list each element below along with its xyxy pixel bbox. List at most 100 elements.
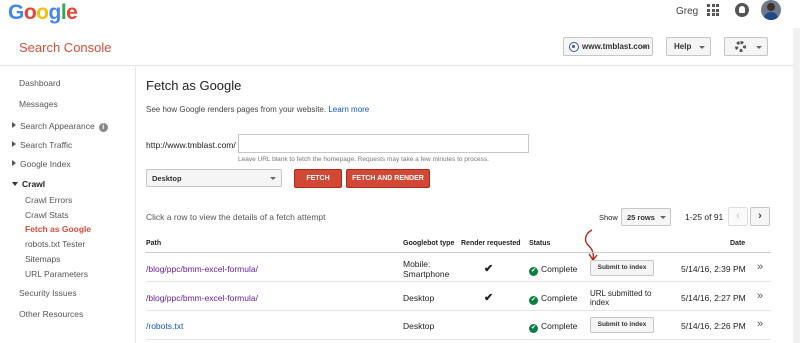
sidebar-item-url-parameters[interactable]: URL Parameters [25,269,88,279]
logo-letter: e [66,1,78,24]
sidebar-item-crawl[interactable]: Crawl [12,179,45,189]
row-googlebot-type: Mobile: Smartphone [403,259,449,279]
row-path-link[interactable]: /blog/ppc/bmm-excel-formula/ [146,293,258,303]
status-text: Complete [541,264,578,274]
sidebar-item-search-appearance[interactable]: Search Appearance i [12,121,108,132]
complete-check-icon: ✔ [529,324,538,333]
row-googlebot-type: Desktop [403,321,434,331]
type-line: Desktop [403,293,435,303]
chevron-down-icon [756,46,762,49]
top-bar: Google Greg [0,0,800,24]
row-status: ✔ Complete [529,264,577,276]
settings-button[interactable] [724,37,768,56]
column-header-render-requested[interactable]: Render requested [461,240,521,247]
bell-icon[interactable] [735,3,749,17]
table-hint: Click a row to view the details of a fet… [146,212,326,222]
column-header-path[interactable]: Path [146,240,161,247]
row-status: ✔ Complete [529,321,577,333]
sidebar-item-label: Security Issues [19,288,77,298]
avatar[interactable] [761,0,781,20]
pagination-range: 1-25 of 91 [685,212,724,222]
device-select-value: Desktop [152,174,182,183]
apps-grid-icon[interactable] [707,4,719,16]
device-select[interactable]: Desktop [146,169,282,187]
table-row[interactable]: /blog/ppc/bmm-excel-formula/ Mobile: Sma… [146,254,771,282]
row-date: 5/14/16, 2:26 PM [681,321,746,331]
sidebar-item-dashboard[interactable]: Dashboard [19,78,61,88]
table-row[interactable]: /blog/ppc/bmm-excel-formula/ Desktop ✔ ✔… [146,283,771,311]
google-logo[interactable]: Google [8,1,78,25]
row-status: ✔ Complete [529,293,577,305]
sidebar-item-crawl-errors[interactable]: Crawl Errors [25,195,72,205]
row-googlebot-type: Desktop [403,293,434,303]
collapse-arrow-icon [12,182,18,186]
type-line: Smartphone [403,269,450,279]
submit-to-index-button[interactable]: Submit to index [590,317,654,333]
sidebar: Dashboard Messages Search Appearance i Se… [0,67,136,343]
page-scrollbar[interactable] [793,28,800,343]
row-details-arrow-icon[interactable]: » [757,290,763,302]
row-details-arrow-icon[interactable]: » [757,318,763,330]
globe-icon [569,42,579,52]
product-title[interactable]: Search Console [19,40,112,55]
learn-more-link[interactable]: Learn more [328,105,369,114]
sidebar-item-other-resources[interactable]: Other Resources [19,309,83,319]
sidebar-item-label: Google Index [20,159,71,169]
info-icon[interactable]: i [98,123,108,132]
site-selector[interactable]: www.tmblast.com [563,37,653,56]
table-header-divider [146,252,771,253]
fetch-button[interactable]: FETCH [294,169,342,188]
next-page-button[interactable]: › [750,207,770,226]
chevron-down-icon [270,177,276,180]
url-hint: Leave URL blank to fetch the homepage. R… [238,156,489,163]
table-row[interactable]: /robots.txt Desktop ✔ Complete Submit to … [146,312,771,340]
sidebar-item-label: Fetch as Google [25,224,92,234]
row-date: 5/14/16, 2:39 PM [681,264,746,274]
column-header-googlebot-type[interactable]: Googlebot type [403,240,454,247]
sidebar-item-search-traffic[interactable]: Search Traffic [12,140,72,150]
show-label: Show [599,213,618,222]
sidebar-item-messages[interactable]: Messages [19,99,58,109]
fetch-and-render-button[interactable]: FETCH AND RENDER [346,169,430,188]
sidebar-item-fetch-as-google[interactable]: Fetch as Google [25,224,91,234]
page-description: See how Google renders pages from your w… [146,105,369,114]
complete-check-icon: ✔ [529,267,538,276]
sidebar-item-label: Search Appearance [20,121,95,131]
submit-to-index-button[interactable]: Submit to index [590,260,654,276]
help-label: Help [674,42,692,51]
url-submitted-text: URL submitted to index [590,289,690,307]
column-header-date[interactable]: Date [730,240,745,247]
sidebar-item-label: Dashboard [19,78,61,88]
rows-per-page-select[interactable]: 25 rows [621,208,671,226]
column-header-status[interactable]: Status [529,240,550,247]
row-date: 5/14/16, 2:27 PM [681,293,746,303]
sidebar-item-label: Crawl Errors [25,195,73,205]
status-text: Complete [541,293,578,303]
row-details-arrow-icon[interactable]: » [757,261,763,273]
sidebar-item-security-issues[interactable]: Security Issues [19,288,77,298]
gear-icon [735,41,746,52]
sidebar-item-sitemaps[interactable]: Sitemaps [25,254,60,264]
row-path-link[interactable]: /robots.txt [146,321,183,331]
row-path-link[interactable]: /blog/ppc/bmm-excel-formula/ [146,264,258,274]
sidebar-item-google-index[interactable]: Google Index [12,159,71,169]
user-name[interactable]: Greg [676,6,698,17]
expand-arrow-icon [12,160,16,166]
sidebar-item-crawl-stats[interactable]: Crawl Stats [25,210,68,220]
previous-page-button[interactable]: ‹ [728,207,748,226]
description-text: See how Google renders pages from your w… [146,105,327,114]
sidebar-item-label: Crawl [22,179,46,189]
page-title: Fetch as Google [146,78,242,93]
rows-select-value: 25 rows [627,213,655,222]
sidebar-item-label: Messages [19,99,58,109]
complete-check-icon: ✔ [529,296,538,305]
sidebar-item-robots-tester[interactable]: robots.txt Tester [25,239,85,249]
header-band: Search Console www.tmblast.com Help [0,28,800,66]
help-button[interactable]: Help [666,37,711,56]
expand-arrow-icon [12,141,16,147]
expand-arrow-icon [12,122,16,128]
type-line: Desktop [403,321,435,331]
type-line: Mobile: [403,259,431,269]
url-input[interactable] [238,134,529,153]
sidebar-item-label: URL Parameters [25,269,88,279]
